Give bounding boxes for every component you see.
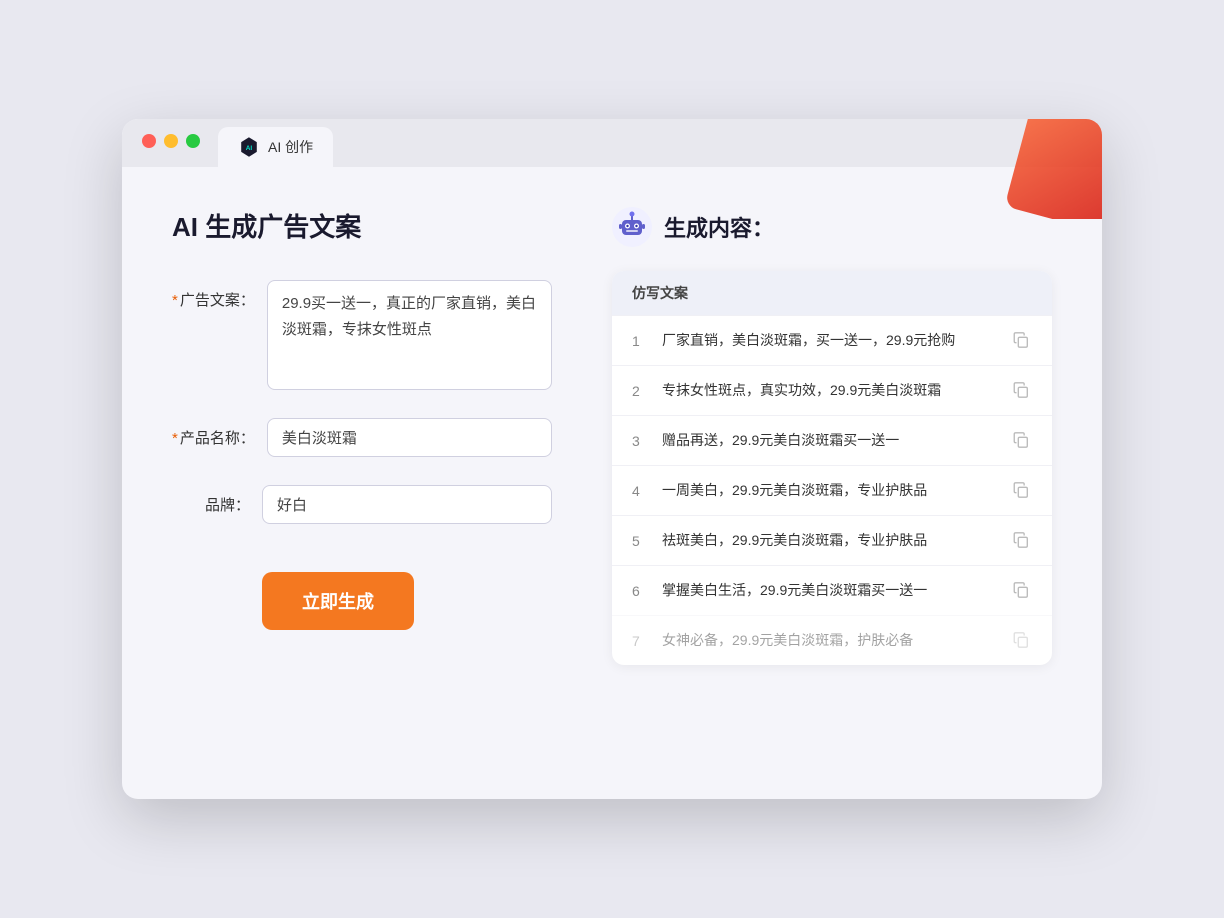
right-panel: 生成内容： 仿写文案 1厂家直销，美白淡斑霜，买一送一，29.9元抢购 2专抹女… xyxy=(612,207,1052,665)
ad-copy-input[interactable] xyxy=(267,280,552,390)
result-row: 7女神必备，29.9元美白淡斑霜，护肤必备 xyxy=(612,615,1052,665)
copy-icon[interactable] xyxy=(1012,481,1032,501)
product-name-label: *产品名称： xyxy=(172,418,267,451)
brand-group: 品牌： xyxy=(172,485,552,524)
browser-window: AI AI 创作 AI 生成广告文案 *广告文案： *产品名称： xyxy=(122,119,1102,799)
ad-copy-group: *广告文案： xyxy=(172,280,552,390)
result-row-num: 2 xyxy=(632,383,662,399)
result-row-num: 3 xyxy=(632,433,662,449)
page-title: AI 生成广告文案 xyxy=(172,207,552,244)
svg-text:AI: AI xyxy=(246,145,253,152)
traffic-lights xyxy=(142,134,200,148)
minimize-button[interactable] xyxy=(164,134,178,148)
result-row-text: 祛斑美白，29.9元美白淡斑霜，专业护肤品 xyxy=(662,530,1012,551)
tab-bar: AI AI 创作 xyxy=(122,119,1102,167)
result-rows-container: 1厂家直销，美白淡斑霜，买一送一，29.9元抢购 2专抹女性斑点，真实功效，29… xyxy=(612,315,1052,665)
copy-icon[interactable] xyxy=(1012,531,1032,551)
result-row: 3赠品再送，29.9元美白淡斑霜买一送一 xyxy=(612,415,1052,465)
result-row-text: 掌握美白生活，29.9元美白淡斑霜买一送一 xyxy=(662,580,1012,601)
ad-copy-label: *广告文案： xyxy=(172,280,267,313)
brand-input[interactable] xyxy=(262,485,552,524)
main-content: AI 生成广告文案 *广告文案： *产品名称： 品牌： 立 xyxy=(122,167,1102,705)
tab-label: AI 创作 xyxy=(268,137,313,157)
generate-button[interactable]: 立即生成 xyxy=(262,572,414,630)
result-row-num: 4 xyxy=(632,483,662,499)
result-row-text: 女神必备，29.9元美白淡斑霜，护肤必备 xyxy=(662,630,1012,651)
result-row-text: 一周美白，29.9元美白淡斑霜，专业护肤品 xyxy=(662,480,1012,501)
copy-icon[interactable] xyxy=(1012,381,1032,401)
result-row-num: 5 xyxy=(632,533,662,549)
maximize-button[interactable] xyxy=(186,134,200,148)
result-title: 生成内容： xyxy=(664,211,774,243)
product-name-group: *产品名称： xyxy=(172,418,552,457)
result-row-text: 专抹女性斑点，真实功效，29.9元美白淡斑霜 xyxy=(662,380,1012,401)
result-row: 4一周美白，29.9元美白淡斑霜，专业护肤品 xyxy=(612,465,1052,515)
result-row: 1厂家直销，美白淡斑霜，买一送一，29.9元抢购 xyxy=(612,315,1052,365)
copy-icon[interactable] xyxy=(1012,431,1032,451)
result-row-num: 6 xyxy=(632,583,662,599)
result-row: 6掌握美白生活，29.9元美白淡斑霜买一送一 xyxy=(612,565,1052,615)
result-header: 生成内容： xyxy=(612,207,1052,247)
result-row: 2专抹女性斑点，真实功效，29.9元美白淡斑霜 xyxy=(612,365,1052,415)
ai-tab-icon: AI xyxy=(238,136,260,158)
brand-label: 品牌： xyxy=(172,485,262,518)
copy-icon[interactable] xyxy=(1012,581,1032,601)
result-row-num: 1 xyxy=(632,333,662,349)
result-row: 5祛斑美白，29.9元美白淡斑霜，专业护肤品 xyxy=(612,515,1052,565)
left-panel: AI 生成广告文案 *广告文案： *产品名称： 品牌： 立 xyxy=(172,207,552,665)
result-row-num: 7 xyxy=(632,633,662,649)
copy-icon[interactable] xyxy=(1012,331,1032,351)
result-table-header: 仿写文案 xyxy=(612,271,1052,315)
copy-icon[interactable] xyxy=(1012,631,1032,651)
product-name-input[interactable] xyxy=(267,418,552,457)
active-tab[interactable]: AI AI 创作 xyxy=(218,127,333,167)
close-button[interactable] xyxy=(142,134,156,148)
robot-icon xyxy=(612,207,652,247)
required-star-2: * xyxy=(172,430,178,447)
result-table: 仿写文案 1厂家直销，美白淡斑霜，买一送一，29.9元抢购 2专抹女性斑点，真实… xyxy=(612,271,1052,665)
result-row-text: 赠品再送，29.9元美白淡斑霜买一送一 xyxy=(662,430,1012,451)
result-row-text: 厂家直销，美白淡斑霜，买一送一，29.9元抢购 xyxy=(662,330,1012,351)
required-star-1: * xyxy=(172,292,178,309)
